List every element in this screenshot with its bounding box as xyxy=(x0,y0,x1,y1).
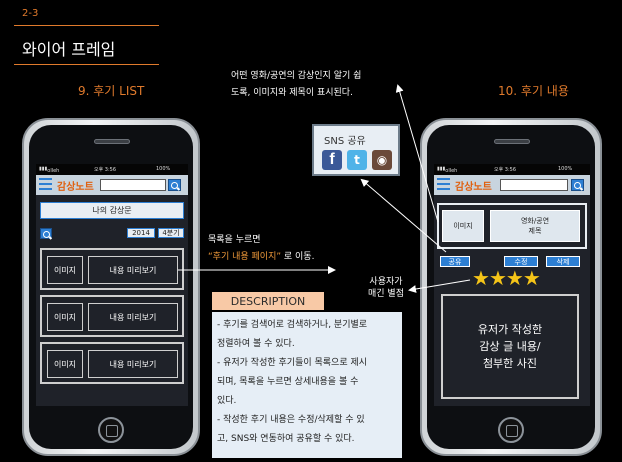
arrow-header-annotation xyxy=(395,84,439,223)
annotation-arrows xyxy=(178,84,471,293)
arrow-rating-annotation xyxy=(408,279,471,293)
arrow-share-to-sns xyxy=(360,178,447,253)
